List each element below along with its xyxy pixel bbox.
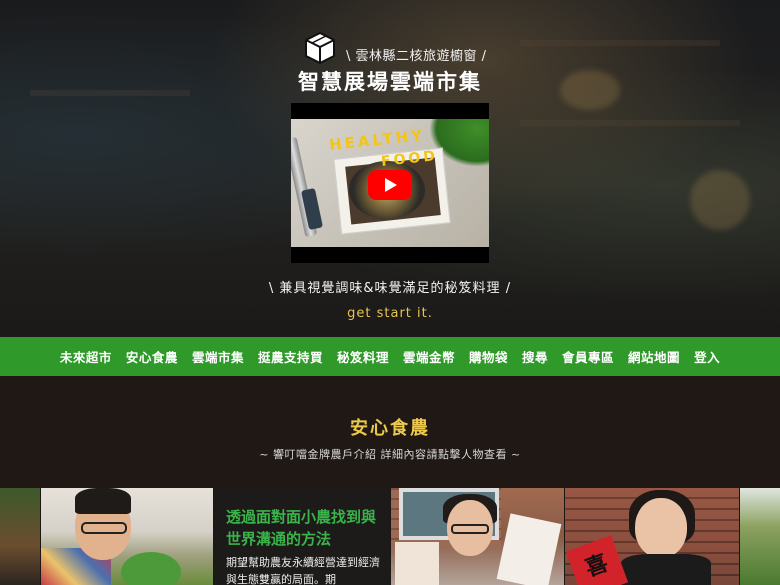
hero-subtitle: \ 兼具視覺調味&味覺滿足的秘笈料理 / <box>268 281 512 296</box>
site-logo[interactable]: \ 雲林縣二核旅遊櫥窗 / <box>300 30 487 66</box>
farmer-photo[interactable] <box>41 488 213 585</box>
video-thumbnail: HEALTHY FOOD <box>291 119 489 247</box>
section-description: ~ 響叮噹金牌農戶介紹 詳細內容請點擊人物查看 ~ <box>259 448 521 461</box>
nav-item-secret-recipes[interactable]: 秘笈料理 <box>330 347 396 366</box>
nav-item-support-farmers[interactable]: 挺農支持買 <box>251 347 330 366</box>
nav-item-cloud-market[interactable]: 雲端市集 <box>185 347 251 366</box>
section-title: 安心食農 <box>350 418 430 439</box>
main-nav: 未來超市 安心食農 雲端市集 挺農支持買 秘笈料理 雲端金幣 購物袋 搜尋 會員… <box>0 337 780 376</box>
nav-item-cloud-coins[interactable]: 雲端金幣 <box>396 347 462 366</box>
farmer-photo[interactable] <box>0 488 40 585</box>
nav-item-safe-food[interactable]: 安心食農 <box>119 347 185 366</box>
box-logo-icon <box>305 31 335 65</box>
background-shelf <box>520 120 740 126</box>
card-body: 期望幫助農友永續經營達到經濟與生態雙贏的局面。期 <box>226 556 380 585</box>
nav-item-login[interactable]: 登入 <box>687 347 727 366</box>
farmer-photo[interactable]: 喜 <box>565 488 739 585</box>
nav-item-future-supermarket[interactable]: 未來超市 <box>53 347 119 366</box>
nav-item-search[interactable]: 搜尋 <box>515 347 555 366</box>
site-title: 智慧展場雲端市集 <box>298 70 482 94</box>
card-title: 透過面對面小農找到與世界溝通的方法 <box>226 508 377 548</box>
farmer-gallery: 透過面對面小農找到與世界溝通的方法 期望幫助農友永續經營達到經濟與生態雙贏的局面… <box>0 488 780 585</box>
video-player[interactable]: HEALTHY FOOD <box>291 103 489 263</box>
nav-item-member-area[interactable]: 會員專區 <box>555 347 621 366</box>
background-glow <box>690 170 750 230</box>
youtube-play-icon[interactable] <box>368 170 412 200</box>
get-started-link-wrap: get start it. <box>0 306 780 321</box>
farmer-photo[interactable] <box>740 488 780 585</box>
nav-item-shopping-bag[interactable]: 購物袋 <box>462 347 515 366</box>
hero-banner: \ 雲林縣二核旅遊櫥窗 / 智慧展場雲端市集 HEALTHY FOOD \ 兼具… <box>0 0 780 337</box>
site-tagline: \ 雲林縣二核旅遊櫥窗 / <box>346 48 487 64</box>
farmer-info-card[interactable]: 透過面對面小農找到與世界溝通的方法 期望幫助農友永續經營達到經濟與生態雙贏的局面… <box>214 488 390 585</box>
background-shelf <box>520 40 720 46</box>
safe-food-section: 安心食農 ~ 響叮噹金牌農戶介紹 詳細內容請點擊人物查看 ~ <box>0 376 780 488</box>
farmer-photo[interactable] <box>391 488 564 585</box>
get-started-link[interactable]: get start it. <box>347 306 433 321</box>
nav-item-sitemap[interactable]: 網站地圖 <box>621 347 687 366</box>
